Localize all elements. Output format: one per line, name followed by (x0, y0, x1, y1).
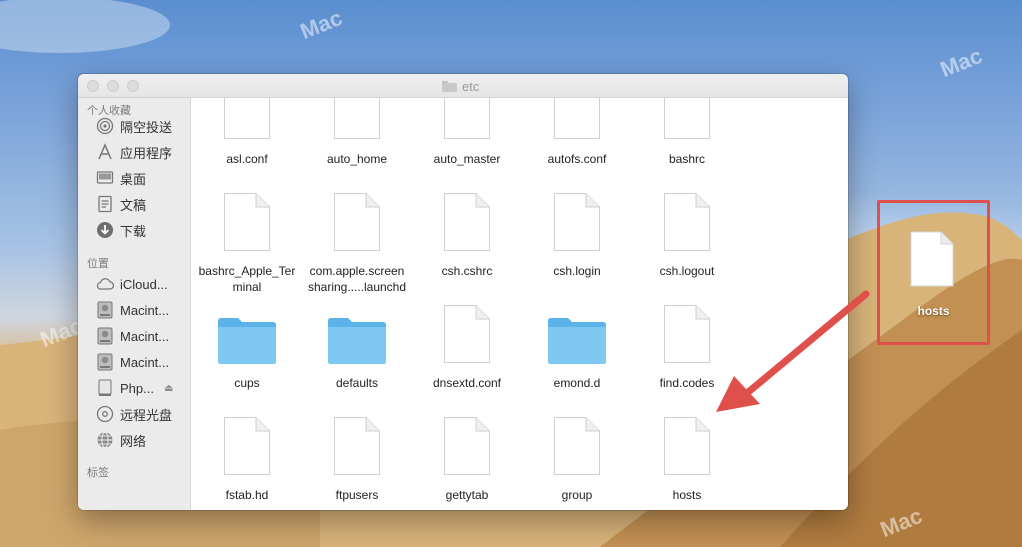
window-title-text: etc (462, 78, 480, 94)
document-icon (334, 98, 380, 139)
close-button[interactable] (87, 80, 99, 92)
airdrop-icon (95, 117, 114, 136)
sidebar-item-label: Php... (120, 380, 154, 396)
sidebar-item-airdrop[interactable]: 隔空投送 (95, 116, 187, 136)
document-icon (664, 305, 710, 363)
file-label: ftpusers (335, 488, 379, 502)
sidebar-item-label: Macint... (120, 354, 170, 370)
sidebar-item-label: 桌面 (120, 171, 147, 187)
folder-icon (548, 318, 606, 364)
document-icon (554, 417, 600, 475)
document-icon (444, 417, 490, 475)
file-item[interactable]: find.codes (632, 262, 742, 390)
sidebar-item-label: 远程光盘 (120, 407, 173, 423)
documents-icon (95, 195, 114, 214)
file-item[interactable]: csh.logout (632, 150, 742, 278)
folder-item[interactable]: defaults (302, 262, 412, 390)
sidebar-item-label: Macint... (120, 302, 170, 318)
sidebar-item-drive-2[interactable]: Macint... (95, 326, 187, 346)
sidebar-item-label: 网络 (120, 433, 147, 449)
hard-drive-icon (95, 353, 114, 372)
file-label: gettytab (445, 488, 489, 502)
sidebar-item-desktop[interactable]: 桌面 (95, 168, 187, 188)
file-label: group (561, 488, 593, 502)
document-icon (444, 305, 490, 363)
title-bar[interactable]: etc (78, 74, 848, 98)
file-label: hosts (672, 488, 702, 502)
file-item[interactable]: bashrc (632, 98, 742, 166)
file-item[interactable]: bashrc_Apple_Ter minal (192, 150, 302, 294)
document-icon (334, 193, 380, 251)
document-icon (224, 193, 270, 251)
sidebar-header-tags: 标签 (87, 467, 109, 479)
folder-icon (328, 318, 386, 364)
file-item[interactable]: com.apple.screen sharing.....launchd (302, 150, 412, 294)
document-icon (554, 98, 600, 139)
document-icon (224, 98, 270, 139)
window-title: etc (442, 78, 479, 94)
remote-disc-icon (95, 405, 114, 424)
desktop-icon (95, 169, 114, 188)
file-item[interactable]: auto_master (412, 98, 522, 166)
folder-icon (218, 318, 276, 364)
file-item[interactable]: csh.login (522, 150, 632, 278)
sidebar-item-label: 下载 (120, 223, 147, 239)
sidebar-item-downloads[interactable]: 下载 (95, 220, 187, 240)
file-item[interactable]: auto_home (302, 98, 412, 166)
folder-item[interactable]: emond.d (522, 262, 632, 390)
document-icon (334, 417, 380, 475)
zoom-button[interactable] (127, 80, 139, 92)
folder-icon (442, 80, 457, 92)
file-item[interactable]: asl.conf (192, 98, 302, 166)
sidebar-item-drive-1[interactable]: Macint... (95, 300, 187, 320)
document-icon[interactable] (909, 230, 955, 288)
file-item[interactable]: dnsextd.conf (412, 262, 522, 390)
sidebar-item-documents[interactable]: 文稿 (95, 194, 187, 214)
sidebar-item-label: Macint... (120, 328, 170, 344)
document-icon (554, 193, 600, 251)
sidebar-item-drive-3[interactable]: Macint... (95, 352, 187, 372)
file-item[interactable]: fstab.hd (192, 374, 302, 502)
minimize-button[interactable] (107, 80, 119, 92)
hard-drive-icon (95, 301, 114, 320)
sidebar-item-label: 文稿 (120, 197, 147, 213)
file-item[interactable]: autofs.conf (522, 98, 632, 166)
sidebar-item-network[interactable]: 网络 (95, 430, 187, 450)
sidebar: 个人收藏 隔空投送 应用程序 桌面 文稿 下载 位置 iCloud... Mac… (78, 98, 191, 510)
folder-item[interactable]: cups (192, 262, 302, 390)
document-icon (444, 98, 490, 139)
file-item[interactable]: csh.cshrc (412, 150, 522, 278)
file-item[interactable]: gettytab (412, 374, 522, 502)
eject-icon[interactable]: ⏏ (164, 383, 173, 394)
document-icon (664, 193, 710, 251)
applications-icon (95, 143, 114, 162)
sidebar-item-external-drive[interactable]: Php... ⏏ (95, 378, 187, 398)
external-drive-icon (95, 379, 114, 398)
desktop-file-label[interactable]: hosts (880, 304, 987, 318)
file-item[interactable]: ftpusers (302, 374, 412, 502)
sidebar-header-locations: 位置 (87, 258, 109, 270)
document-icon (444, 193, 490, 251)
document-icon (664, 417, 710, 475)
sidebar-item-label: 应用程序 (120, 145, 173, 161)
file-item[interactable]: hosts (632, 374, 742, 502)
sidebar-item-icloud[interactable]: iCloud... (95, 274, 187, 294)
document-icon (224, 417, 270, 475)
file-item[interactable]: group (522, 374, 632, 502)
document-icon (664, 98, 710, 139)
hard-drive-icon (95, 327, 114, 346)
icloud-icon (95, 275, 114, 294)
sidebar-item-applications[interactable]: 应用程序 (95, 142, 187, 162)
network-icon (95, 431, 114, 450)
file-label: fstab.hd (225, 488, 269, 502)
file-grid: asl.conf auto_home auto_master autofs.conf b… (191, 98, 848, 510)
sidebar-item-label: 隔空投送 (120, 119, 173, 135)
finder-window: etc 个人收藏 隔空投送 应用程序 桌面 文稿 下载 位置 iCloud...… (78, 74, 848, 510)
highlight-box: hosts (877, 200, 990, 345)
sidebar-item-remote-disc[interactable]: 远程光盘 (95, 404, 187, 424)
downloads-icon (95, 221, 114, 240)
sidebar-item-label: iCloud... (120, 276, 168, 292)
